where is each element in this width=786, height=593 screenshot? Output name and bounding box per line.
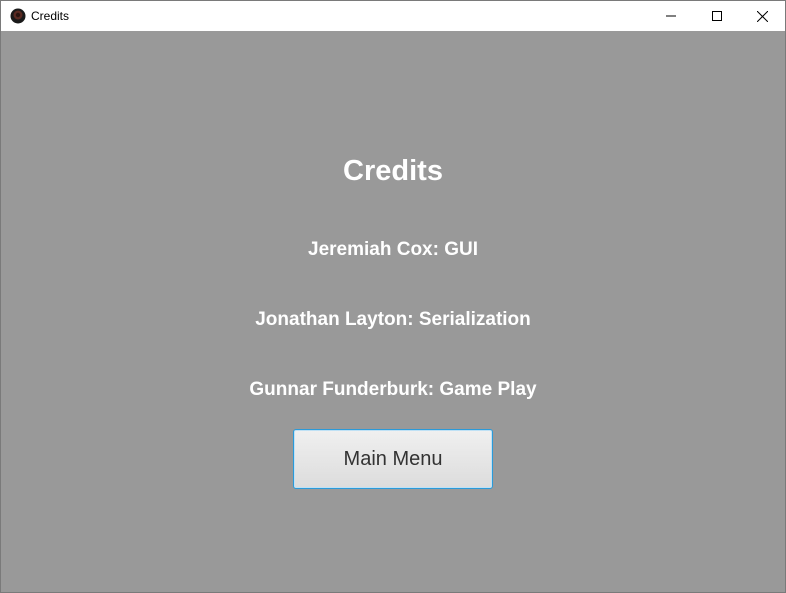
main-menu-button[interactable]: Main Menu <box>293 429 493 489</box>
app-icon <box>10 8 26 24</box>
title-bar[interactable]: Credits <box>1 1 785 31</box>
maximize-button[interactable] <box>694 1 740 31</box>
minimize-icon <box>666 11 676 21</box>
close-icon <box>756 10 768 22</box>
maximize-icon <box>712 11 722 21</box>
app-window: Credits Credits Jeremiah Cox: GUI Jonath… <box>0 0 786 593</box>
window-title: Credits <box>31 9 70 23</box>
credit-line-serialization: Jonathan Layton: Serialization <box>255 309 531 330</box>
credits-panel: Credits Jeremiah Cox: GUI Jonathan Layto… <box>1 31 785 592</box>
credit-line-game-play: Gunnar Funderburk: Game Play <box>249 379 537 400</box>
credit-line-gui: Jeremiah Cox: GUI <box>308 239 478 260</box>
close-button[interactable] <box>739 1 785 31</box>
minimize-button[interactable] <box>648 1 694 31</box>
credits-heading: Credits <box>343 155 443 187</box>
